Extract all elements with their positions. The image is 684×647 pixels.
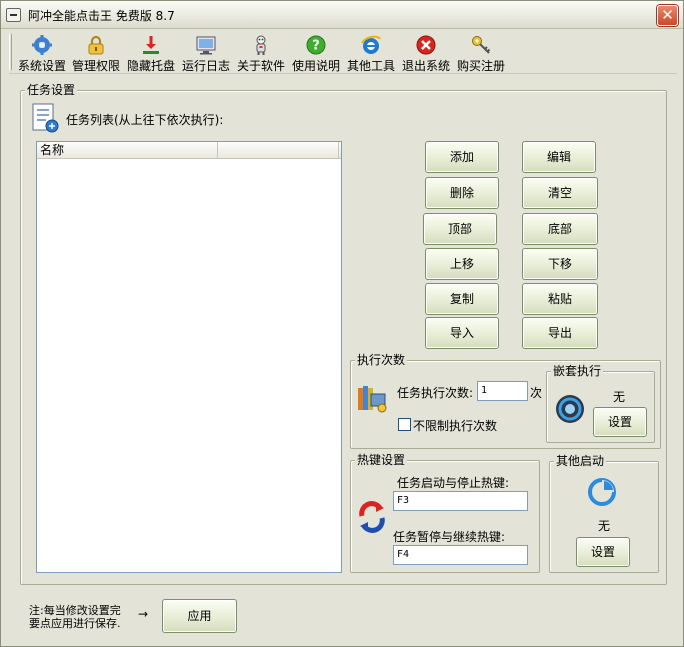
hotkey-legend: 热键设置 bbox=[355, 453, 408, 467]
toolbar-other-tools[interactable]: 其他工具 bbox=[345, 32, 397, 73]
nested-exec-legend: 嵌套执行 bbox=[551, 364, 604, 378]
hotkey-refresh-icon bbox=[359, 501, 385, 533]
key-icon bbox=[472, 36, 491, 54]
toolbar-hide-tray[interactable]: 隐藏托盘 bbox=[125, 32, 177, 73]
add-button[interactable]: 添加 bbox=[425, 141, 499, 173]
move-top-button[interactable]: 顶部 bbox=[423, 213, 497, 245]
column-header-extra[interactable] bbox=[219, 142, 339, 159]
toolbar-about[interactable]: 关于软件 bbox=[235, 32, 287, 73]
toolbar-label: 关于软件 bbox=[236, 59, 285, 73]
nested-exec-icon bbox=[556, 395, 584, 423]
footer-note-line2: 要点应用进行保存. bbox=[29, 617, 121, 630]
arrow-right-icon: → bbox=[138, 607, 149, 621]
ie-browser-icon bbox=[361, 35, 381, 54]
close-button[interactable]: ✕ bbox=[657, 5, 678, 26]
toolbar: 系统设置 管理权限 隐藏托盘 运行日志 关于软件 ? 使用说明 其他工具 退出系… bbox=[9, 32, 677, 74]
main-window: 阿冲全能点击王 免费版 8.7 ✕ 系统设置 管理权限 隐藏托盘 运行日志 关于… bbox=[0, 0, 684, 647]
toolbar-label: 使用说明 bbox=[291, 59, 340, 73]
nested-exec-value: 无 bbox=[613, 390, 626, 404]
window-title: 阿冲全能点击王 免费版 8.7 bbox=[28, 9, 175, 23]
column-header-name[interactable]: 名称 bbox=[37, 142, 218, 159]
move-bottom-button[interactable]: 底部 bbox=[522, 213, 598, 245]
help-icon: ? bbox=[306, 35, 326, 55]
toolbar-usage-guide[interactable]: ? 使用说明 bbox=[291, 32, 341, 73]
exec-count-input[interactable]: 1 bbox=[477, 381, 528, 401]
toolbar-exit[interactable]: 退出系统 bbox=[401, 32, 451, 73]
nested-settings-button[interactable]: 设置 bbox=[593, 407, 647, 437]
pie-chart-icon bbox=[588, 478, 616, 506]
other-start-value: 无 bbox=[598, 519, 611, 533]
exec-count-unit: 次 bbox=[530, 386, 543, 400]
toolbar-label: 系统设置 bbox=[17, 59, 66, 73]
system-menu-icon[interactable] bbox=[6, 8, 21, 22]
toolbar-manage-permissions[interactable]: 管理权限 bbox=[71, 32, 121, 73]
move-down-button[interactable]: 下移 bbox=[522, 248, 598, 280]
toolbar-label: 隐藏托盘 bbox=[126, 59, 175, 73]
exec-count-label: 任务执行次数: bbox=[397, 386, 474, 400]
delete-button[interactable]: 删除 bbox=[425, 177, 499, 209]
other-start-legend: 其他启动 bbox=[554, 454, 607, 468]
clear-button[interactable]: 清空 bbox=[522, 177, 598, 209]
task-list-header: 名称 bbox=[37, 142, 341, 159]
unlimited-checkbox[interactable] bbox=[398, 418, 411, 431]
export-button[interactable]: 导出 bbox=[522, 317, 598, 349]
lock-icon bbox=[88, 35, 104, 55]
toolbar-grip[interactable] bbox=[9, 34, 12, 70]
pause-hotkey-label: 任务暂停与继续热键: bbox=[393, 530, 506, 544]
toolbar-label: 管理权限 bbox=[71, 59, 120, 73]
other-start-settings-button[interactable]: 设置 bbox=[576, 537, 630, 567]
toolbar-label: 其他工具 bbox=[346, 59, 395, 73]
log-monitor-icon bbox=[196, 36, 216, 55]
start-stop-hotkey-input[interactable]: F3 bbox=[393, 491, 528, 511]
edit-button[interactable]: 编辑 bbox=[522, 141, 596, 173]
exit-icon bbox=[416, 35, 436, 55]
paste-button[interactable]: 粘贴 bbox=[522, 283, 598, 315]
copy-button[interactable]: 复制 bbox=[425, 283, 499, 315]
robot-icon bbox=[256, 35, 266, 55]
exec-count-icon bbox=[358, 386, 387, 413]
import-button[interactable]: 导入 bbox=[425, 317, 499, 349]
toolbar-label: 运行日志 bbox=[181, 59, 230, 73]
svg-text:?: ? bbox=[312, 39, 320, 54]
task-list-icon bbox=[32, 103, 59, 133]
download-tray-icon bbox=[143, 36, 159, 54]
move-up-button[interactable]: 上移 bbox=[425, 248, 499, 280]
unlimited-label[interactable]: 不限制执行次数 bbox=[413, 417, 497, 434]
toolbar-label: 购买注册 bbox=[456, 59, 505, 73]
apply-button[interactable]: 应用 bbox=[162, 599, 237, 633]
settings-gear-icon bbox=[32, 35, 52, 55]
toolbar-run-log[interactable]: 运行日志 bbox=[181, 32, 231, 73]
pause-hotkey-input[interactable]: F4 bbox=[393, 545, 528, 565]
close-icon: ✕ bbox=[661, 6, 674, 24]
start-stop-hotkey-label: 任务启动与停止热键: bbox=[397, 476, 510, 490]
toolbar-system-settings[interactable]: 系统设置 bbox=[17, 32, 67, 73]
task-list-label: 任务列表(从上往下依次执行): bbox=[66, 113, 224, 127]
toolbar-label: 退出系统 bbox=[401, 59, 450, 73]
title-bar: 阿冲全能点击王 免费版 8.7 ✕ bbox=[1, 1, 683, 29]
task-list[interactable]: 名称 bbox=[36, 141, 342, 573]
task-settings-legend: 任务设置 bbox=[25, 83, 78, 97]
exec-count-legend: 执行次数 bbox=[355, 353, 408, 367]
toolbar-purchase[interactable]: 购买注册 bbox=[455, 32, 507, 73]
